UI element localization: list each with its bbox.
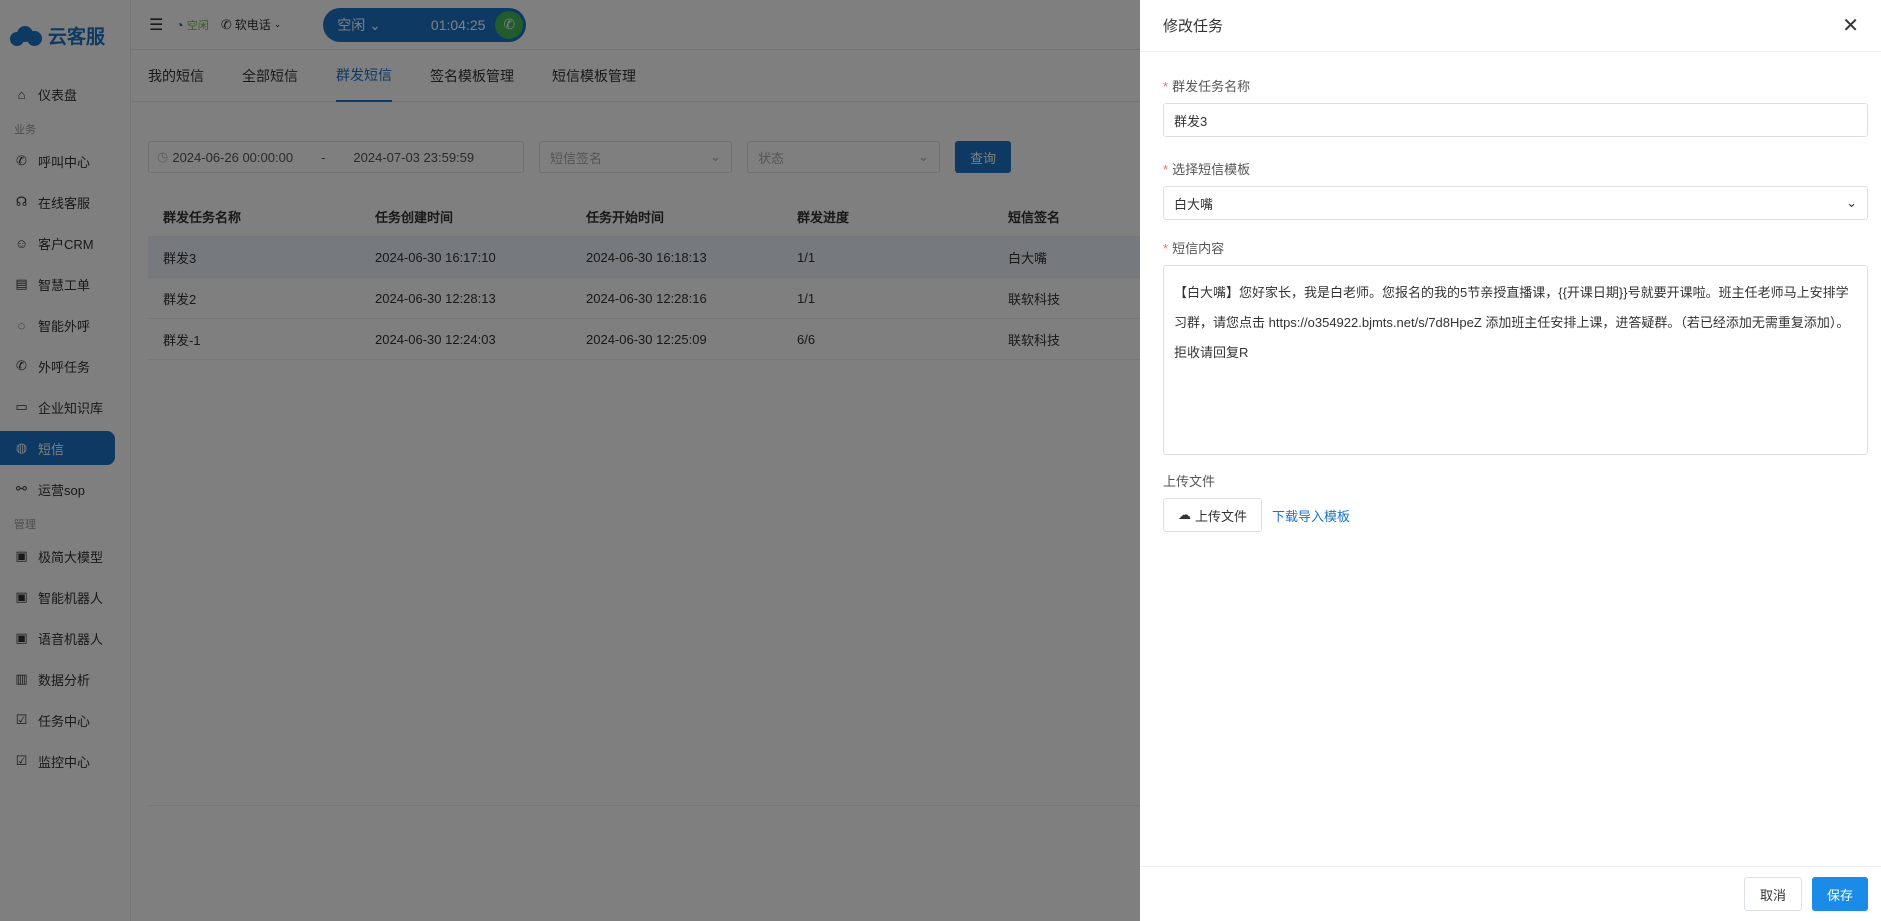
drawer-footer: 取消 保存 [1140, 866, 1881, 921]
template-label: * 选择短信模板 [1163, 162, 1251, 177]
upload-label: 上传文件 [1163, 474, 1216, 489]
cancel-button[interactable]: 取消 [1743, 877, 1802, 911]
drawer-header: 修改任务 ✕ [1140, 0, 1881, 52]
content-label: * 短信内容 [1163, 241, 1225, 256]
task-name-input[interactable]: 群发3 [1163, 103, 1868, 137]
edit-task-drawer: 修改任务 ✕ * 群发任务名称 群发3 * 选择短信模板 白大嘴 ⌄ * 短信内容 【… [1140, 0, 1881, 921]
template-value: 白大嘴 [1174, 196, 1214, 212]
upload-button-label: 上传文件 [1195, 508, 1248, 524]
task-name-value: 群发3 [1174, 113, 1208, 129]
drawer-title: 修改任务 [1163, 18, 1224, 35]
chevron-down-icon: ⌄ [1846, 195, 1857, 210]
save-button[interactable]: 保存 [1811, 877, 1868, 911]
cloud-upload-icon: ☁ [1178, 507, 1191, 522]
task-name-label: * 群发任务名称 [1163, 79, 1251, 94]
edit-task-form: * 群发任务名称 群发3 * 选择短信模板 白大嘴 ⌄ * 短信内容 【白大嘴】您好家… [1140, 76, 1881, 532]
upload-row: ☁ 上传文件 下载导入模板 [1163, 498, 1869, 532]
download-template-link[interactable]: 下载导入模板 [1272, 506, 1350, 525]
upload-file-button[interactable]: ☁ 上传文件 [1163, 498, 1263, 532]
close-icon[interactable]: ✕ [1842, 13, 1859, 38]
template-select[interactable]: 白大嘴 ⌄ [1163, 186, 1868, 220]
sms-content-textarea[interactable]: 【白大嘴】您好家长，我是白老师。您报名的我的5节亲授直播课，{{开课日期}}号就… [1163, 265, 1868, 455]
